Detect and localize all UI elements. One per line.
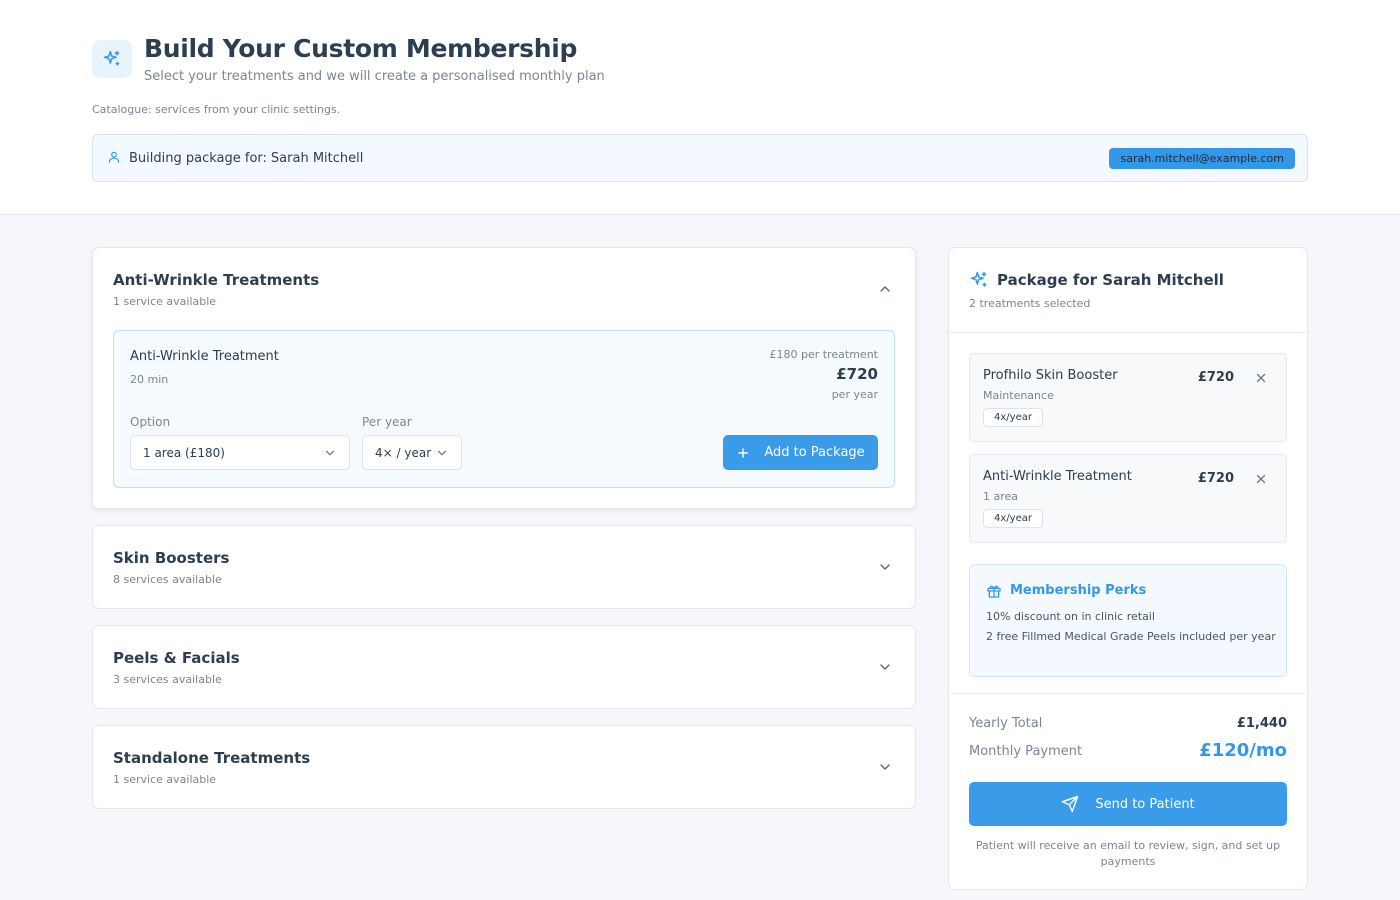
category-title: Standalone Treatments — [113, 749, 311, 767]
yearly-total-label: Yearly Total — [969, 716, 1043, 731]
option-label: Option — [130, 415, 171, 429]
service-name: Anti-Wrinkle Treatment — [130, 349, 279, 364]
category-skin-boosters[interactable]: Skin Boosters 8 services available — [92, 525, 916, 609]
add-to-package-button[interactable]: Add to Package — [723, 435, 878, 470]
perk-item: 10% discount on in clinic retail — [986, 610, 1155, 623]
divider — [949, 332, 1307, 333]
patient-label: Building package for: — [129, 150, 267, 166]
patient-bar: Building package for: Sarah Mitchell sar… — [92, 134, 1308, 182]
yearly-total-value: £1,440 — [1236, 716, 1287, 731]
sparkles-icon — [970, 271, 987, 287]
package-item-sub: Maintenance — [983, 389, 1054, 402]
package-summary: Package for Sarah Mitchell 2 treatments … — [948, 247, 1308, 890]
category-title: Peels & Facials — [113, 649, 240, 667]
chevron-down-icon[interactable] — [877, 559, 893, 575]
add-to-package-label: Add to Package — [764, 445, 865, 460]
category-standalone[interactable]: Standalone Treatments 1 service availabl… — [92, 725, 916, 809]
category-anti-wrinkle: Anti-Wrinkle Treatments 1 service availa… — [92, 247, 916, 509]
frequency-select[interactable]: 4× / year — [362, 435, 462, 470]
frequency-label: Per year — [362, 415, 412, 429]
category-header[interactable]: Anti-Wrinkle Treatments 1 service availa… — [93, 248, 915, 324]
chevron-down-icon[interactable] — [877, 759, 893, 775]
package-item: Profhilo Skin Booster Maintenance 4x/yea… — [969, 353, 1287, 442]
page-subtitle: Select your treatments and we will creat… — [144, 69, 605, 84]
category-count: 8 services available — [113, 573, 222, 586]
gift-icon — [987, 585, 1001, 598]
package-item-name: Profhilo Skin Booster — [983, 368, 1118, 383]
service-price-period: per year — [831, 388, 878, 401]
category-count: 3 services available — [113, 673, 222, 686]
package-item-frequency: 4x/year — [983, 408, 1043, 427]
send-to-patient-button[interactable]: Send to Patient — [969, 782, 1287, 826]
package-item-price: £720 — [1197, 471, 1234, 486]
package-item-frequency: 4x/year — [983, 509, 1043, 528]
membership-perks: Membership Perks 10% discount on in clin… — [969, 564, 1287, 677]
user-icon — [107, 149, 121, 168]
chevron-down-icon — [325, 450, 335, 455]
service-price: £720 — [836, 365, 878, 383]
chevron-down-icon — [437, 450, 447, 455]
perk-item: 2 free Fillmed Medical Grade Peels inclu… — [986, 630, 1276, 643]
close-icon[interactable] — [1254, 472, 1268, 486]
package-item-price: £720 — [1197, 370, 1234, 385]
category-title: Anti-Wrinkle Treatments — [113, 271, 320, 289]
monthly-payment-label: Monthly Payment — [969, 744, 1083, 759]
plus-icon — [738, 447, 749, 458]
service-per-treatment: £180 per treatment — [769, 348, 878, 361]
package-subtitle: 2 treatments selected — [969, 297, 1091, 310]
category-peels-facials[interactable]: Peels & Facials 3 services available — [92, 625, 916, 709]
divider — [949, 693, 1307, 694]
category-count: 1 service available — [113, 773, 217, 786]
page-header: Build Your Custom Membership Select your… — [0, 0, 1400, 215]
send-to-patient-label: Send to Patient — [1095, 796, 1195, 812]
chevron-down-icon[interactable] — [877, 659, 893, 675]
package-title: Package for Sarah Mitchell — [997, 271, 1224, 289]
package-item-sub: 1 area — [983, 490, 1019, 503]
service-duration: 20 min — [130, 373, 169, 386]
send-note: Patient will receive an email to review,… — [975, 839, 1281, 868]
send-icon — [1062, 795, 1079, 813]
package-item-name: Anti-Wrinkle Treatment — [983, 469, 1132, 484]
patient-name: Sarah Mitchell — [270, 150, 364, 166]
chevron-up-icon[interactable] — [877, 281, 893, 297]
option-value: 1 area (£180) — [143, 445, 225, 460]
frequency-value: 4× / year — [375, 445, 432, 460]
patient-email-badge: sarah.mitchell@example.com — [1109, 147, 1295, 169]
catalogue-note: Catalogue: services from your clinic set… — [92, 103, 341, 116]
page-title: Build Your Custom Membership — [144, 34, 578, 63]
category-count: 1 service available — [113, 295, 217, 308]
sparkles-icon — [92, 40, 132, 78]
option-select[interactable]: 1 area (£180) — [130, 435, 350, 470]
category-title: Skin Boosters — [113, 549, 230, 567]
monthly-payment-value: £120/mo — [1199, 740, 1287, 761]
perks-title: Membership Perks — [1010, 583, 1147, 598]
service-card: Anti-Wrinkle Treatment 20 min £180 per t… — [113, 330, 895, 488]
package-item: Anti-Wrinkle Treatment 1 area 4x/year £7… — [969, 454, 1287, 543]
close-icon[interactable] — [1254, 371, 1268, 385]
